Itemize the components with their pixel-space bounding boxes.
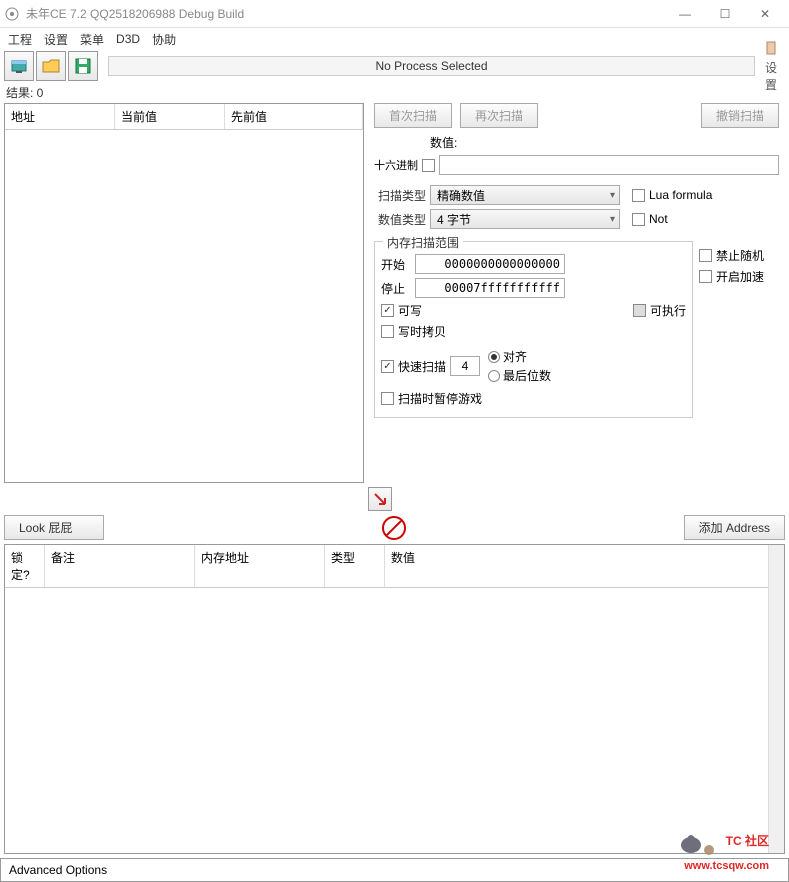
copyonwrite-checkbox[interactable] — [381, 325, 394, 338]
results-panel: 地址 当前值 先前值 — [4, 103, 364, 483]
minimize-button[interactable]: — — [665, 1, 705, 27]
enable-speed-checkbox[interactable] — [699, 270, 712, 283]
titlebar: 未年CE 7.2 QQ2518206988 Debug Build — ☐ ✕ — [0, 0, 789, 28]
advanced-options-button[interactable]: Advanced Options — [0, 858, 789, 882]
fastscan-label: 快速扫描 — [398, 358, 446, 375]
menu-help[interactable]: 协助 — [152, 31, 176, 48]
col-value[interactable]: 数值 — [385, 545, 784, 587]
col-lock[interactable]: 锁定? — [5, 545, 45, 587]
close-button[interactable]: ✕ — [745, 1, 785, 27]
address-table-scrollbar[interactable] — [768, 545, 784, 853]
not-checkbox[interactable] — [632, 213, 645, 226]
app-icon — [4, 6, 20, 22]
results-header: 地址 当前值 先前值 — [5, 104, 363, 130]
fastscan-value-input[interactable] — [450, 356, 480, 376]
not-label: Not — [649, 212, 668, 226]
look-button[interactable]: Look 屁屁 — [4, 515, 104, 540]
copyonwrite-label: 写时拷贝 — [398, 323, 446, 340]
window-controls: — ☐ ✕ — [665, 1, 785, 27]
scan-type-dropdown[interactable]: 精确数值 — [430, 185, 620, 205]
menu-d3d[interactable]: D3D — [116, 32, 140, 46]
fastscan-checkbox[interactable] — [381, 360, 394, 373]
results-list[interactable] — [5, 130, 363, 482]
value-type-dropdown[interactable]: 4 字节 — [430, 209, 620, 229]
col-type[interactable]: 类型 — [325, 545, 385, 587]
disable-random-checkbox[interactable] — [699, 249, 712, 262]
lastdigits-label: 最后位数 — [503, 367, 551, 384]
enable-speed-label: 开启加速 — [716, 268, 764, 285]
aligned-radio[interactable] — [488, 351, 500, 363]
process-selector[interactable]: No Process Selected — [108, 56, 755, 76]
results-count: 结果: 0 — [0, 82, 789, 103]
pausegame-label: 扫描时暂停游戏 — [398, 390, 482, 407]
hex-checkbox[interactable] — [422, 159, 435, 172]
lastdigits-radio[interactable] — [488, 370, 500, 382]
scan-panel: 首次扫描 再次扫描 撤销扫描 数值: 十六进制 扫描类型 精确数值 Lua fo… — [368, 103, 785, 483]
disable-random-label: 禁止随机 — [716, 247, 764, 264]
executable-checkbox[interactable] — [633, 304, 646, 317]
menu-project[interactable]: 工程 — [8, 31, 32, 48]
start-address-input[interactable] — [415, 254, 565, 274]
lua-formula-checkbox[interactable] — [632, 189, 645, 202]
address-table: 锁定? 备注 内存地址 类型 数值 — [4, 544, 785, 854]
save-button[interactable] — [68, 51, 98, 81]
start-label: 开始 — [381, 256, 411, 273]
add-to-list-button[interactable] — [368, 487, 392, 511]
menubar: 工程 设置 菜单 D3D 协助 — [0, 28, 789, 50]
col-current[interactable]: 当前值 — [115, 104, 225, 129]
address-table-header: 锁定? 备注 内存地址 类型 数值 — [5, 545, 784, 588]
value-type-label: 数值类型 — [374, 211, 426, 228]
col-previous[interactable]: 先前值 — [225, 104, 363, 129]
stop-label: 停止 — [381, 280, 411, 297]
stop-address-input[interactable] — [415, 278, 565, 298]
scan-type-label: 扫描类型 — [374, 187, 426, 204]
first-scan-button[interactable]: 首次扫描 — [374, 103, 452, 128]
value-label: 数值: — [430, 134, 457, 151]
next-scan-button[interactable]: 再次扫描 — [460, 103, 538, 128]
menu-menu[interactable]: 菜单 — [80, 31, 104, 48]
executable-label: 可执行 — [650, 302, 686, 319]
settings-link[interactable]: 设置 — [761, 40, 781, 93]
aligned-label: 对齐 — [503, 348, 527, 365]
menu-settings[interactable]: 设置 — [44, 31, 68, 48]
mid-toolbar: Look 屁屁 添加 Address — [0, 511, 789, 544]
main-area: 地址 当前值 先前值 首次扫描 再次扫描 撤销扫描 数值: 十六进制 扫描类型 … — [0, 103, 789, 483]
undo-scan-button[interactable]: 撤销扫描 — [701, 103, 779, 128]
stop-icon — [382, 516, 406, 540]
hex-label: 十六进制 — [374, 157, 418, 173]
toolbar: No Process Selected 设置 — [0, 50, 789, 82]
writable-checkbox[interactable] — [381, 304, 394, 317]
col-remark[interactable]: 备注 — [45, 545, 195, 587]
titlebar-text: 未年CE 7.2 QQ2518206988 Debug Build — [26, 5, 665, 22]
memory-scan-group: 内存扫描范围 开始 停止 可写 可执行 写 — [374, 241, 693, 418]
open-process-button[interactable] — [4, 51, 34, 81]
writable-label: 可写 — [398, 302, 422, 319]
col-memaddress[interactable]: 内存地址 — [195, 545, 325, 587]
maximize-button[interactable]: ☐ — [705, 1, 745, 27]
memscan-title: 内存扫描范围 — [383, 234, 463, 251]
value-input[interactable] — [439, 155, 779, 175]
pausegame-checkbox[interactable] — [381, 392, 394, 405]
add-address-button[interactable]: 添加 Address — [684, 515, 785, 540]
open-file-button[interactable] — [36, 51, 66, 81]
lua-formula-label: Lua formula — [649, 188, 712, 202]
col-address[interactable]: 地址 — [5, 104, 115, 129]
